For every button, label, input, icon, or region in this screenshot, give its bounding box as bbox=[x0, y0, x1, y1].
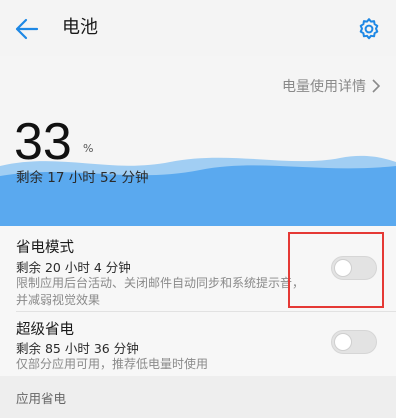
ultra-saving-row[interactable]: 超级省电 剩余 85 小时 36 分钟 仅部分应用可用，推荐低电量时使用 bbox=[0, 312, 396, 376]
ultra-saving-title: 超级省电 bbox=[16, 322, 74, 338]
app-power-saving-label: 应用省电 bbox=[16, 391, 67, 406]
arrow-left-icon bbox=[15, 18, 39, 40]
gear-icon bbox=[359, 18, 379, 40]
highlight-box bbox=[288, 232, 384, 308]
remaining-time: 剩余 17 小时 52 分钟 bbox=[16, 170, 149, 186]
usage-details-link[interactable]: 电量使用详情 bbox=[282, 76, 380, 96]
page-title: 电池 bbox=[62, 17, 98, 38]
section-header: 应用省电 bbox=[0, 376, 396, 418]
settings-button[interactable] bbox=[352, 12, 386, 46]
app-header: 电池 bbox=[0, 0, 396, 56]
battery-status-panel: 电量使用详情 33 % 剩余 17 小时 52 分钟 bbox=[0, 56, 396, 226]
power-saving-title: 省电模式 bbox=[16, 240, 74, 256]
ultra-saving-remaining: 剩余 85 小时 36 分钟 bbox=[16, 341, 139, 356]
power-saving-description-line2: 并减弱视觉效果 bbox=[16, 293, 101, 307]
toggle-knob bbox=[334, 333, 352, 351]
ultra-saving-toggle[interactable] bbox=[331, 330, 377, 354]
power-saving-remaining: 剩余 20 小时 4 分钟 bbox=[16, 260, 131, 275]
power-saving-description-line1: 限制应用后台活动、关闭邮件自动同步和系统提示音， bbox=[16, 276, 305, 290]
battery-percent-unit: % bbox=[83, 142, 94, 155]
usage-details-label: 电量使用详情 bbox=[282, 79, 366, 95]
chevron-right-icon bbox=[372, 79, 380, 93]
battery-percent: 33 bbox=[14, 113, 72, 171]
ultra-saving-description: 仅部分应用可用，推荐低电量时使用 bbox=[16, 357, 209, 371]
back-button[interactable] bbox=[10, 12, 44, 46]
